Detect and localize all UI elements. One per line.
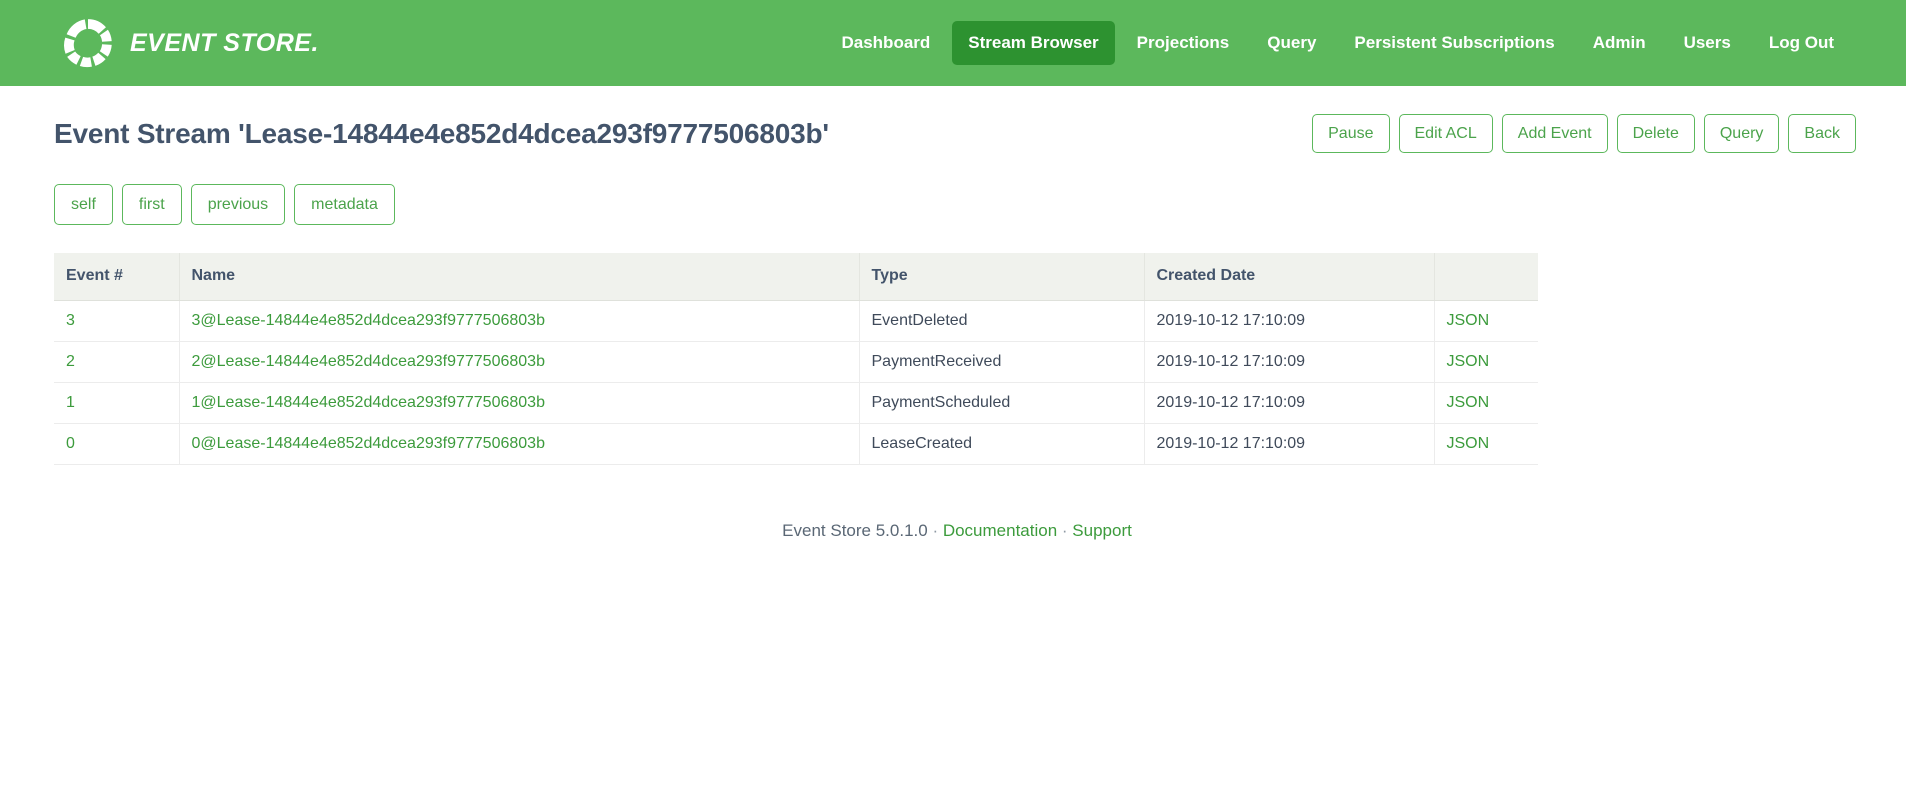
event-name-link[interactable]: 3@Lease-14844e4e852d4dcea293f9777506803b [192,312,545,329]
event-name-cell: 0@Lease-14844e4e852d4dcea293f9777506803b [179,423,860,466]
query-button[interactable]: Query [1703,114,1780,154]
events-table-header-row: Event # Name Type Created Date [54,253,1538,302]
event-number-cell: 0 [54,423,180,466]
edit-acl-button[interactable]: Edit ACL [1398,114,1493,154]
event-number-cell: 2 [54,341,180,384]
events-table-body: 3 3@Lease-14844e4e852d4dcea293f977750680… [54,300,1538,466]
event-type-cell: PaymentScheduled [859,382,1145,425]
table-row: 0 0@Lease-14844e4e852d4dcea293f977750680… [54,423,1538,466]
column-header-created-date: Created Date [1144,253,1435,302]
back-button[interactable]: Back [1788,114,1856,154]
event-created-date-cell: 2019-10-12 17:10:09 [1144,341,1435,384]
event-number-link[interactable]: 1 [66,394,75,411]
event-created-date-cell: 2019-10-12 17:10:09 [1144,382,1435,425]
page-container: Event Stream 'Lease-14844e4e852d4dcea293… [0,86,1906,541]
event-number-cell: 3 [54,300,180,343]
nav-item-persistent-subscriptions[interactable]: Persistent Subscriptions [1338,21,1570,65]
first-button[interactable]: first [121,184,182,226]
page-title: Event Stream 'Lease-14844e4e852d4dcea293… [54,117,829,149]
event-type-cell: EventDeleted [859,300,1145,343]
nav-item-dashboard[interactable]: Dashboard [825,21,946,65]
stream-action-buttons: Pause Edit ACL Add Event Delete Query Ba… [1312,114,1856,154]
table-row: 1 1@Lease-14844e4e852d4dcea293f977750680… [54,382,1538,425]
column-header-name: Name [179,253,860,302]
event-json-link[interactable]: JSON [1447,353,1490,370]
nav-item-log-out[interactable]: Log Out [1753,21,1850,65]
event-name-link[interactable]: 1@Lease-14844e4e852d4dcea293f9777506803b [192,394,545,411]
event-number-link[interactable]: 3 [66,312,75,329]
event-name-link[interactable]: 2@Lease-14844e4e852d4dcea293f9777506803b [192,353,545,370]
footer-separator-1: · [927,521,943,541]
stream-paging-nav: self first previous metadata [54,184,1856,226]
nav-item-stream-browser[interactable]: Stream Browser [952,21,1115,65]
event-format-cell: JSON [1434,423,1538,466]
events-table-head: Event # Name Type Created Date [54,253,1538,302]
footer-support-link[interactable]: Support [1072,521,1132,540]
nav-links: Dashboard Stream Browser Projections Que… [825,21,1850,65]
event-json-link[interactable]: JSON [1447,394,1490,411]
footer-version: Event Store 5.0.1.0 [782,521,928,541]
self-button[interactable]: self [54,184,113,226]
brand-logo-link[interactable]: EVENT STORE. [62,17,319,69]
metadata-button[interactable]: metadata [294,184,395,226]
event-number-link[interactable]: 0 [66,435,75,452]
table-row: 2 2@Lease-14844e4e852d4dcea293f977750680… [54,341,1538,384]
nav-item-query[interactable]: Query [1251,21,1332,65]
event-name-cell: 1@Lease-14844e4e852d4dcea293f9777506803b [179,382,860,425]
event-created-date-cell: 2019-10-12 17:10:09 [1144,423,1435,466]
page-header: Event Stream 'Lease-14844e4e852d4dcea293… [54,86,1856,154]
previous-button[interactable]: previous [190,184,286,226]
event-name-link[interactable]: 0@Lease-14844e4e852d4dcea293f9777506803b [192,435,545,452]
brand-name: EVENT STORE. [130,28,319,57]
footer-separator-2: · [1057,521,1073,541]
event-format-cell: JSON [1434,341,1538,384]
top-navbar: EVENT STORE. Dashboard Stream Browser Pr… [0,0,1906,86]
nav-item-admin[interactable]: Admin [1577,21,1662,65]
event-format-cell: JSON [1434,382,1538,425]
page-footer: Event Store 5.0.1.0 · Documentation · Su… [54,521,1856,541]
delete-button[interactable]: Delete [1616,114,1695,154]
event-json-link[interactable]: JSON [1447,435,1490,452]
event-type-cell: LeaseCreated [859,423,1145,466]
event-json-link[interactable]: JSON [1447,312,1490,329]
column-header-type: Type [859,253,1145,302]
event-number-link[interactable]: 2 [66,353,75,370]
event-format-cell: JSON [1434,300,1538,343]
events-table: Event # Name Type Created Date 3 3@Lease… [54,253,1538,466]
pause-button[interactable]: Pause [1312,114,1390,154]
nav-item-users[interactable]: Users [1668,21,1747,65]
footer-documentation-link[interactable]: Documentation [943,521,1057,540]
add-event-button[interactable]: Add Event [1501,114,1608,154]
event-type-cell: PaymentReceived [859,341,1145,384]
nav-item-projections[interactable]: Projections [1121,21,1246,65]
column-header-event-number: Event # [54,253,180,302]
event-name-cell: 3@Lease-14844e4e852d4dcea293f9777506803b [179,300,860,343]
event-created-date-cell: 2019-10-12 17:10:09 [1144,300,1435,343]
column-header-format [1434,253,1538,302]
table-row: 3 3@Lease-14844e4e852d4dcea293f977750680… [54,300,1538,343]
event-store-ring-logo-icon [64,19,112,68]
event-name-cell: 2@Lease-14844e4e852d4dcea293f9777506803b [179,341,860,384]
event-number-cell: 1 [54,382,180,425]
